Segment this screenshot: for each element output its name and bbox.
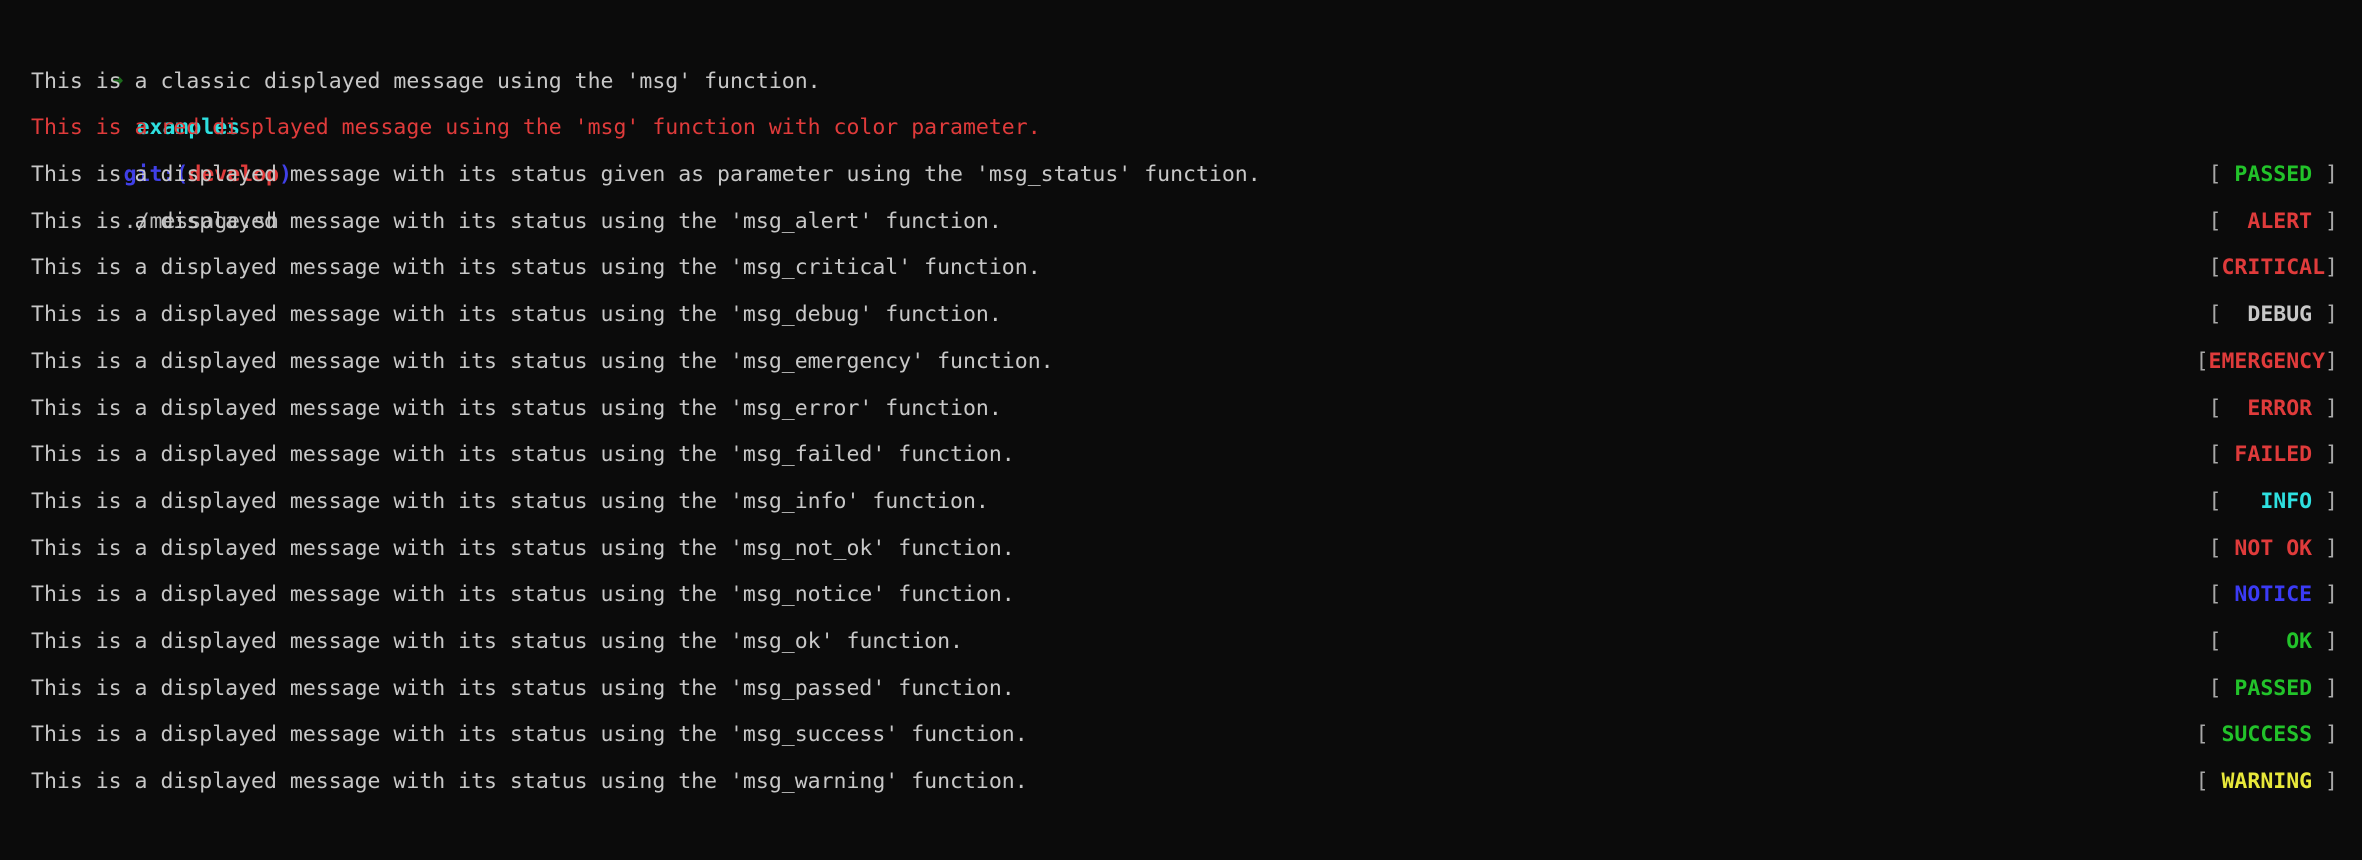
badge-open-bracket: [ <box>2208 535 2222 561</box>
badge-close-bracket: ] <box>2325 628 2338 654</box>
status-badge: [ NOT OK ] <box>2209 526 2338 573</box>
output-line-text: This is a displayed message with its sta… <box>31 348 1054 374</box>
badge-close-bracket: ] <box>2325 675 2338 701</box>
prompt-line-top: ➜ examples git:(develop) ./message.sh <box>0 12 2362 234</box>
output-line: This is a displayed message with its sta… <box>0 526 2362 573</box>
badge-close-bracket: ] <box>2325 488 2338 514</box>
badge-open-bracket: [ <box>2195 769 2209 794</box>
output-line-text: This is a displayed message with its sta… <box>31 769 1028 794</box>
badge-close-bracket: ] <box>2325 582 2338 608</box>
badge-open-bracket: [ <box>2208 582 2222 608</box>
terminal-window[interactable]: ➜ examples git:(develop) ./message.sh Th… <box>0 0 2362 860</box>
badge-close-bracket: ] <box>2325 302 2338 328</box>
badge-label: EMERGENCY <box>2208 348 2326 374</box>
status-badge: [ FAILED ] <box>2209 432 2338 479</box>
output-line: This is a red displayed message using th… <box>0 105 2362 152</box>
badge-open-bracket: [ <box>2208 302 2222 328</box>
status-badge: [EMERGENCY] <box>2196 339 2338 386</box>
badge-label: INFO <box>2221 488 2326 514</box>
output-line-text: This is a displayed message with its sta… <box>31 535 1015 561</box>
badge-open-bracket: [ <box>2208 208 2222 234</box>
badge-label: FAILED <box>2221 442 2326 468</box>
badge-close-bracket: ] <box>2325 348 2338 374</box>
output-line-text: This is a displayed message with its sta… <box>31 162 1261 188</box>
output-line: This is a displayed message with its sta… <box>0 712 2362 759</box>
badge-open-bracket: [ <box>2208 162 2222 188</box>
output-line-text: This is a displayed message with its sta… <box>31 628 963 654</box>
output-line-text: This is a displayed message with its sta… <box>31 675 1015 701</box>
badge-label: NOTICE <box>2221 582 2326 608</box>
output-line-text: This is a displayed message with its sta… <box>31 208 1002 234</box>
status-badge: [ ALERT ] <box>2209 199 2338 246</box>
badge-open-bracket: [ <box>2208 395 2222 421</box>
output-line: This is a displayed message with its sta… <box>0 759 2362 806</box>
output-line: This is a displayed message with its sta… <box>0 432 2362 479</box>
output-line-text: This is a displayed message with its sta… <box>31 255 1041 281</box>
output-line-text: This is a red displayed message using th… <box>31 115 1041 141</box>
badge-close-bracket: ] <box>2325 162 2338 188</box>
badge-label: OK <box>2221 628 2326 654</box>
output-line: This is a displayed message with its sta… <box>0 152 2362 199</box>
badge-label: SUCCESS <box>2208 722 2326 748</box>
badge-label: ALERT <box>2221 208 2326 234</box>
output-line-text: This is a displayed message with its sta… <box>31 442 1015 468</box>
badge-label: PASSED <box>2221 675 2326 701</box>
badge-label: NOT OK <box>2221 535 2326 561</box>
output-line-text: This is a displayed message with its sta… <box>31 302 1002 328</box>
output-line: This is a displayed message with its sta… <box>0 199 2362 246</box>
terminal-screen: ➜ examples git:(develop) ./message.sh Th… <box>0 12 2362 852</box>
output-line: This is a classic displayed message usin… <box>0 59 2362 106</box>
prompt-line-bottom[interactable]: ➜ examples git:(develop) <box>0 806 2362 853</box>
badge-label: CRITICAL <box>2221 255 2326 281</box>
badge-close-bracket: ] <box>2325 208 2338 234</box>
badge-close-bracket: ] <box>2325 395 2338 421</box>
status-badge: [ PASSED ] <box>2209 666 2338 713</box>
badge-open-bracket: [ <box>2208 488 2222 514</box>
badge-close-bracket: ] <box>2325 722 2338 748</box>
command-output: This is a classic displayed message usin… <box>0 59 2362 806</box>
badge-open-bracket: [ <box>2208 255 2222 281</box>
badge-label: PASSED <box>2221 162 2326 188</box>
output-line: This is a displayed message with its sta… <box>0 245 2362 292</box>
badge-close-bracket: ] <box>2325 255 2338 281</box>
output-line: This is a displayed message with its sta… <box>0 666 2362 713</box>
badge-open-bracket: [ <box>2208 442 2222 468</box>
output-line-text: This is a displayed message with its sta… <box>31 722 1028 748</box>
badge-label: ERROR <box>2221 395 2326 421</box>
output-line: This is a displayed message with its sta… <box>0 292 2362 339</box>
status-badge: [ INFO ] <box>2209 479 2338 526</box>
badge-close-bracket: ] <box>2325 442 2338 468</box>
status-badge: [CRITICAL] <box>2209 245 2338 292</box>
output-line-text: This is a displayed message with its sta… <box>31 582 1015 608</box>
status-badge: [ OK ] <box>2209 619 2338 666</box>
status-badge: [ SUCCESS ] <box>2196 712 2338 759</box>
badge-label: DEBUG <box>2221 302 2326 328</box>
status-badge: [ PASSED ] <box>2209 152 2338 199</box>
status-badge: [ WARNING ] <box>2196 759 2338 806</box>
output-line: This is a displayed message with its sta… <box>0 386 2362 433</box>
output-line: This is a displayed message with its sta… <box>0 572 2362 619</box>
output-line: This is a displayed message with its sta… <box>0 339 2362 386</box>
badge-label: WARNING <box>2208 769 2326 794</box>
badge-open-bracket: [ <box>2195 348 2209 374</box>
output-line: This is a displayed message with its sta… <box>0 479 2362 526</box>
status-badge: [ NOTICE ] <box>2209 572 2338 619</box>
output-line-text: This is a displayed message with its sta… <box>31 395 1002 421</box>
badge-close-bracket: ] <box>2325 535 2338 561</box>
badge-open-bracket: [ <box>2195 722 2209 748</box>
output-line-text: This is a classic displayed message usin… <box>31 68 821 94</box>
badge-close-bracket: ] <box>2325 769 2338 794</box>
output-line: This is a displayed message with its sta… <box>0 619 2362 666</box>
status-badge: [ ERROR ] <box>2209 386 2338 433</box>
badge-open-bracket: [ <box>2208 628 2222 654</box>
status-badge: [ DEBUG ] <box>2209 292 2338 339</box>
badge-open-bracket: [ <box>2208 675 2222 701</box>
output-line-text: This is a displayed message with its sta… <box>31 488 989 514</box>
